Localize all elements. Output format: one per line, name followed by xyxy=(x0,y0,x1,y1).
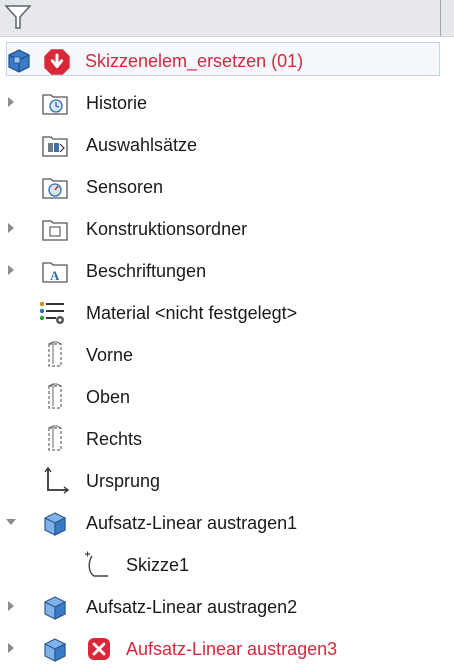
annotations-folder-icon: A xyxy=(42,262,68,283)
item-label: Ursprung xyxy=(86,471,161,491)
expand-arrow[interactable] xyxy=(8,223,14,233)
tree-item-skizze1[interactable]: Skizze1 xyxy=(0,546,454,584)
item-label: Material <nicht festgelegt> xyxy=(86,303,298,323)
item-label: Historie xyxy=(86,93,148,113)
tree-item-sensoren[interactable]: Sensoren xyxy=(0,168,454,206)
tree-item-auswahlsaetze[interactable]: Auswahlsätze xyxy=(0,126,454,164)
error-x-icon xyxy=(88,638,110,660)
item-label: Sensoren xyxy=(86,177,164,197)
origin-icon xyxy=(44,466,70,494)
item-label: Vorne xyxy=(86,345,134,365)
sketch-icon xyxy=(85,551,108,577)
filter-bar[interactable] xyxy=(0,0,454,37)
material-icon xyxy=(39,301,64,324)
tree-item-material[interactable]: Material <nicht festgelegt> xyxy=(0,294,454,332)
item-label: Aufsatz-Linear austragen1 xyxy=(86,513,298,533)
expand-arrow[interactable] xyxy=(8,97,14,107)
tree-item-historie[interactable]: Historie xyxy=(0,84,454,122)
sensors-folder-icon xyxy=(42,178,68,199)
item-label: Aufsatz-Linear austragen3 xyxy=(126,639,338,659)
design-folder-icon xyxy=(42,220,68,241)
tree-item-oben[interactable]: Oben xyxy=(0,378,454,416)
extrude-feature-icon xyxy=(44,638,66,662)
collapse-arrow[interactable] xyxy=(6,519,16,525)
plane-icon xyxy=(48,425,62,451)
tree-item-extrude-3[interactable]: Aufsatz-Linear austragen3 xyxy=(0,630,454,668)
extrude-feature-icon xyxy=(44,512,66,536)
expand-arrow[interactable] xyxy=(8,643,14,653)
tree-item-extrude-1[interactable]: Aufsatz-Linear austragen1 xyxy=(0,504,454,542)
filter-divider xyxy=(440,0,441,36)
tree-item-vorne[interactable]: Vorne xyxy=(0,336,454,374)
tree-item-ursprung[interactable]: Ursprung xyxy=(0,462,454,500)
filter-icon[interactable] xyxy=(4,4,32,30)
item-label: Konstruktionsordner xyxy=(86,219,248,239)
root-label: Skizzenelem_ersetzen (01) xyxy=(85,51,304,71)
item-label: Rechts xyxy=(86,429,143,449)
selection-sets-folder-icon xyxy=(42,136,68,157)
item-label: Aufsatz-Linear austragen2 xyxy=(86,597,298,617)
tree-item-beschriftungen[interactable]: A Beschriftungen xyxy=(0,252,454,290)
tree-root[interactable]: Skizzenelem_ersetzen (01) xyxy=(0,42,454,80)
item-label: Oben xyxy=(86,387,131,407)
svg-text:A: A xyxy=(50,268,60,283)
error-icon xyxy=(44,49,70,75)
item-label: Skizze1 xyxy=(126,555,190,575)
part-icon xyxy=(8,49,30,73)
plane-icon xyxy=(48,383,62,409)
expand-arrow[interactable] xyxy=(8,601,14,611)
tree-item-konstruktionsordner[interactable]: Konstruktionsordner xyxy=(0,210,454,248)
expand-arrow[interactable] xyxy=(8,265,14,275)
tree-item-extrude-2[interactable]: Aufsatz-Linear austragen2 xyxy=(0,588,454,626)
item-label: Auswahlsätze xyxy=(86,135,198,155)
history-folder-icon xyxy=(42,94,68,115)
plane-icon xyxy=(48,341,62,367)
item-label: Beschriftungen xyxy=(86,261,207,281)
extrude-feature-icon xyxy=(44,596,66,620)
tree-item-rechts[interactable]: Rechts xyxy=(0,420,454,458)
